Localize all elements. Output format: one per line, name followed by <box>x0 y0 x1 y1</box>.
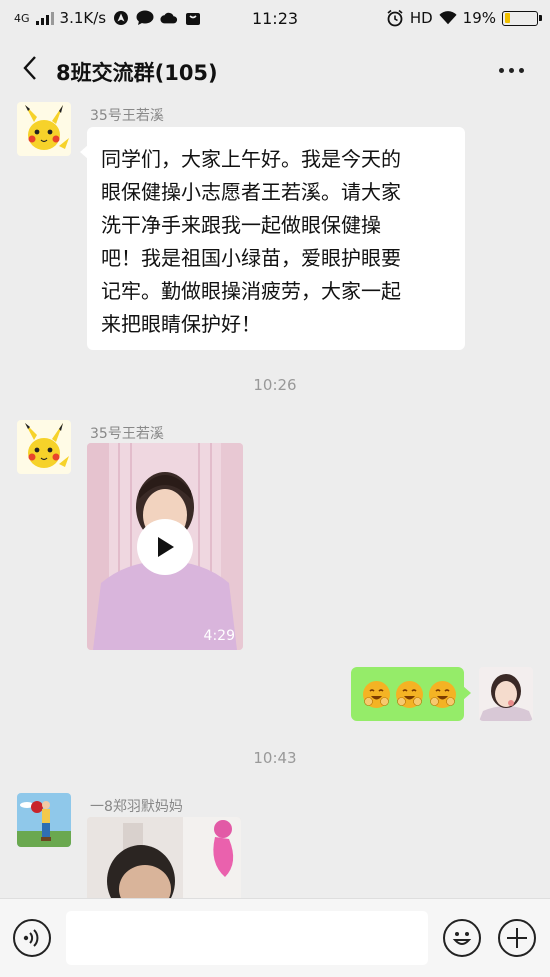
video-duration: 4:29 <box>203 628 235 644</box>
timestamp: 10:43 <box>253 749 297 767</box>
smiley-icon <box>452 932 472 945</box>
play-button[interactable] <box>137 519 193 575</box>
message-input[interactable] <box>66 911 428 965</box>
battery-percent: 19% <box>462 9 496 27</box>
alarm-icon <box>386 9 404 27</box>
message-line: 来把眼睛保护好！ <box>101 312 261 336</box>
message-bubble-self[interactable] <box>351 667 471 721</box>
more-button[interactable] <box>486 54 536 86</box>
video-message[interactable]: 4:29 <box>87 443 243 650</box>
timestamp: 10:26 <box>253 376 297 394</box>
sender-name: 一8郑羽默妈妈 <box>90 799 183 815</box>
ellipsis-icon <box>498 67 504 73</box>
title-bar: 8班交流群(105) <box>0 38 550 102</box>
message-line: 洗干净手来跟我一起做眼保健操 <box>101 213 381 237</box>
emoji-icon <box>363 680 390 708</box>
wifi-icon <box>439 9 457 27</box>
status-bar: 4G 3.1K/s 11:23 HD 19% <box>0 0 550 38</box>
chat-area[interactable]: 35号王若溪 同学们，大家上午好。我是今天的 眼保健操小志愿者王若溪。请大家 洗… <box>0 102 550 898</box>
back-button[interactable] <box>12 50 48 90</box>
message-line: 眼保健操小志愿者王若溪。请大家 <box>101 180 401 204</box>
chat-title: 8班交流群(105) <box>56 61 218 85</box>
message-line: 同学们，大家上午好。我是今天的 <box>101 147 401 171</box>
chevron-left-icon <box>22 55 38 85</box>
my-avatar[interactable] <box>479 667 533 721</box>
message-line: 记牢。勤做眼操消疲劳，大家一起 <box>101 279 401 303</box>
message-line: 吧！我是祖国小绿苗，爱眼护眼要 <box>101 246 401 270</box>
avatar[interactable] <box>17 793 71 847</box>
hd-label: HD <box>409 9 433 27</box>
plus-button[interactable] <box>498 919 536 957</box>
sender-name: 35号王若溪 <box>90 108 164 124</box>
emoji-button[interactable] <box>443 919 481 957</box>
emoji-icon <box>396 680 423 708</box>
play-icon <box>158 537 174 557</box>
message-bubble[interactable]: 同学们，大家上午好。我是今天的 眼保健操小志愿者王若溪。请大家 洗干净手来跟我一… <box>80 127 465 350</box>
avatar[interactable] <box>17 420 71 474</box>
photo-message[interactable] <box>87 817 241 898</box>
battery-fill <box>504 13 511 23</box>
voice-icon <box>23 929 39 947</box>
input-bar <box>0 898 550 977</box>
avatar[interactable] <box>17 102 71 156</box>
battery-icon <box>502 10 542 26</box>
emoji-icon <box>429 680 456 708</box>
voice-button[interactable] <box>13 919 51 957</box>
status-right: HD 19% <box>386 9 542 27</box>
sender-name: 35号王若溪 <box>90 426 164 442</box>
